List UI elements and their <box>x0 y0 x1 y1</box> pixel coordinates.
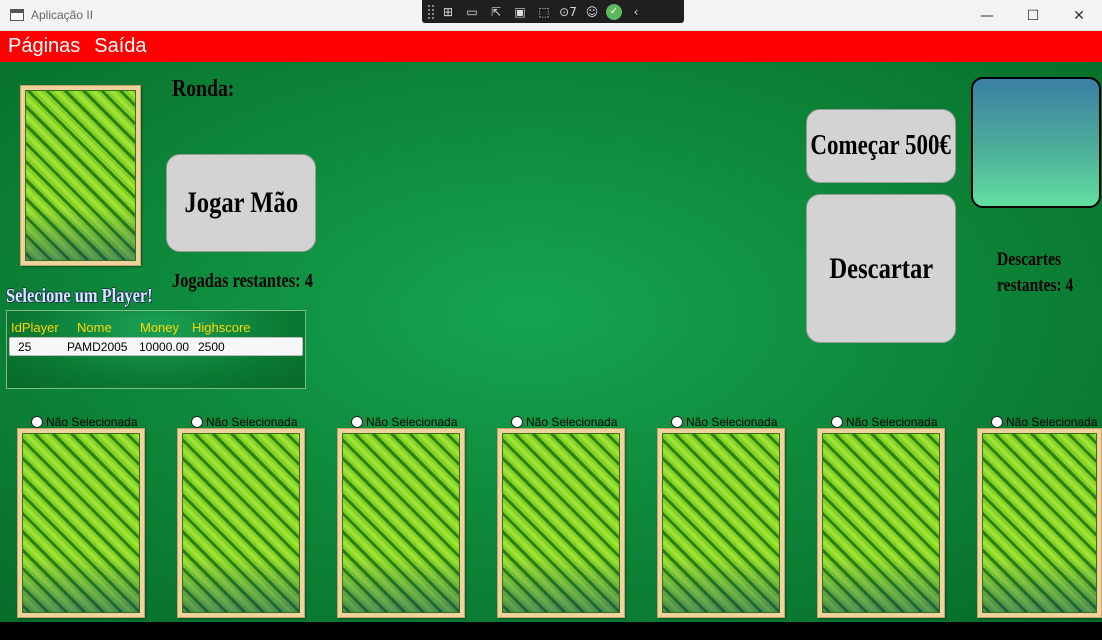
card-back-pattern <box>182 433 300 613</box>
discards-line-2: restantes: 4 <box>997 275 1074 296</box>
card-status-label: Não Selecionada <box>1006 415 1098 429</box>
window-title: Aplicação II <box>31 8 94 22</box>
card-back-pattern <box>982 433 1097 613</box>
binding-failures-count: 7 <box>569 4 577 19</box>
card-back-pattern <box>342 433 460 613</box>
window-titlebar: Aplicação II ⊞ ▭ ⇱ ▣ ⬚ ⊙7 ☺ ✓ ‹ — ☐ ✕ <box>0 0 1102 31</box>
deck-card[interactable] <box>20 85 141 266</box>
preview-panel <box>971 77 1101 208</box>
discards-remaining-label: Descartes restantes: 4 <box>997 247 1090 299</box>
card-4-select[interactable]: Não Selecionada <box>511 415 617 429</box>
radio-button[interactable] <box>31 416 43 428</box>
card-1-select[interactable]: Não Selecionada <box>31 415 137 429</box>
round-label: Ronda: <box>172 76 235 102</box>
column-header-idplayer[interactable]: IdPlayer <box>11 320 77 335</box>
track-focus-icon[interactable]: ⬚ <box>534 5 554 19</box>
column-header-highscore[interactable]: Highscore <box>192 320 251 335</box>
hand-card-2[interactable] <box>177 428 305 618</box>
collapse-chevron-icon[interactable]: ‹ <box>626 5 646 19</box>
card-status-label: Não Selecionada <box>46 415 138 429</box>
card-status-label: Não Selecionada <box>686 415 778 429</box>
play-hand-button[interactable]: Jogar Mão <box>166 154 316 252</box>
column-header-nome[interactable]: Nome <box>77 320 140 335</box>
card-6-select[interactable]: Não Selecionada <box>831 415 937 429</box>
discards-line-1: Descartes <box>997 249 1062 270</box>
live-visual-tree-icon[interactable]: ⊞ <box>438 5 458 19</box>
radio-button[interactable] <box>831 416 843 428</box>
card-status-label: Não Selecionada <box>526 415 618 429</box>
cell-money: 10000.00 <box>139 339 190 354</box>
select-element-icon[interactable]: ⇱ <box>486 5 506 19</box>
card-status-label: Não Selecionada <box>366 415 458 429</box>
grid-header: IdPlayer Nome Money Highscore <box>7 311 305 335</box>
menu-item-paginas[interactable]: Páginas <box>8 35 80 58</box>
close-button[interactable]: ✕ <box>1056 0 1102 31</box>
video-icon[interactable]: ▭ <box>462 5 482 19</box>
menu-bar: Páginas Saída <box>0 31 1102 62</box>
card-back-pattern <box>502 433 620 613</box>
binding-failures-icon[interactable]: ⊙7 <box>558 5 578 19</box>
card-back-pattern <box>662 433 780 613</box>
hand-card-4[interactable] <box>497 428 625 618</box>
player-grid: IdPlayer Nome Money Highscore 25 PAMD200… <box>6 310 306 389</box>
maximize-button[interactable]: ☐ <box>1010 0 1056 31</box>
check-icon[interactable]: ✓ <box>606 3 622 20</box>
card-7-select[interactable]: Não Selecionada <box>991 415 1097 429</box>
discard-button[interactable]: Descartar <box>806 194 956 343</box>
drag-handle-icon[interactable] <box>428 4 434 19</box>
player-select-title: Selecione um Player! <box>6 285 153 307</box>
hand-card-7[interactable] <box>977 428 1102 618</box>
bottom-strip <box>0 622 1102 640</box>
radio-button[interactable] <box>991 416 1003 428</box>
debug-toolbar: ⊞ ▭ ⇱ ▣ ⬚ ⊙7 ☺ ✓ ‹ <box>422 0 684 23</box>
menu-item-saida[interactable]: Saída <box>94 35 146 58</box>
card-status-label: Não Selecionada <box>206 415 298 429</box>
accessibility-icon[interactable]: ☺ <box>582 5 602 19</box>
card-2-select[interactable]: Não Selecionada <box>191 415 297 429</box>
display-layout-adorner-icon[interactable]: ▣ <box>510 5 530 19</box>
hand-card-5[interactable] <box>657 428 785 618</box>
card-back-pattern <box>822 433 940 613</box>
radio-button[interactable] <box>671 416 683 428</box>
cell-nome: PAMD2005 <box>67 339 128 354</box>
radio-button[interactable] <box>511 416 523 428</box>
column-header-money[interactable]: Money <box>140 320 192 335</box>
card-back-pattern <box>22 433 140 613</box>
start-button[interactable]: Começar 500€ <box>806 109 956 183</box>
card-back-pattern <box>25 90 136 261</box>
card-3-select[interactable]: Não Selecionada <box>351 415 457 429</box>
card-5-select[interactable]: Não Selecionada <box>671 415 777 429</box>
hand-card-6[interactable] <box>817 428 945 618</box>
app-icon <box>10 9 24 21</box>
radio-button[interactable] <box>191 416 203 428</box>
cell-highscore: 2500 <box>198 339 225 354</box>
radio-button[interactable] <box>351 416 363 428</box>
table-row[interactable]: 25 PAMD2005 10000.00 2500 <box>9 337 303 356</box>
hand-card-3[interactable] <box>337 428 465 618</box>
cell-idplayer: 25 <box>18 339 32 354</box>
plays-remaining-label: Jogadas restantes: 4 <box>172 270 313 292</box>
card-status-label: Não Selecionada <box>846 415 938 429</box>
hand-card-1[interactable] <box>17 428 145 618</box>
minimize-button[interactable]: — <box>964 0 1010 31</box>
